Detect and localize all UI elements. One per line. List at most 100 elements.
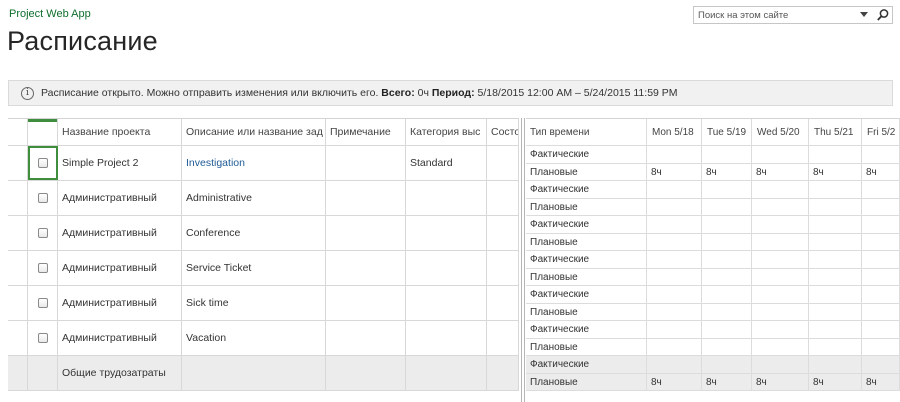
search-input[interactable] xyxy=(694,7,854,23)
planned-hours-cell[interactable] xyxy=(647,338,702,356)
planned-hours-cell[interactable] xyxy=(862,303,900,321)
column-header-task-name[interactable]: Описание или название зад xyxy=(182,119,326,146)
category-cell[interactable] xyxy=(406,286,487,321)
planned-hours-cell[interactable] xyxy=(702,268,752,286)
row-select-cell xyxy=(28,321,58,356)
planned-hours-cell[interactable] xyxy=(647,268,702,286)
actual-hours-cell[interactable] xyxy=(862,321,900,339)
planned-hours-cell[interactable]: 8ч xyxy=(702,163,752,181)
column-header-day-thu[interactable]: Thu 5/21 xyxy=(809,119,862,146)
planned-hours-cell[interactable] xyxy=(752,303,809,321)
planned-hours-cell[interactable] xyxy=(862,233,900,251)
actual-hours-cell[interactable] xyxy=(809,286,862,304)
actual-hours-cell[interactable] xyxy=(809,216,862,234)
actual-hours-cell[interactable] xyxy=(809,146,862,164)
planned-hours-cell[interactable]: 8ч xyxy=(752,163,809,181)
task-name-cell: Service Ticket xyxy=(182,251,326,286)
actual-hours-cell[interactable] xyxy=(647,286,702,304)
actual-hours-cell[interactable] xyxy=(702,251,752,269)
planned-hours-cell[interactable] xyxy=(809,338,862,356)
planned-hours-cell[interactable] xyxy=(702,303,752,321)
actual-hours-cell[interactable] xyxy=(702,216,752,234)
actual-hours-cell[interactable] xyxy=(702,321,752,339)
planned-hours-cell[interactable] xyxy=(752,268,809,286)
row-checkbox[interactable] xyxy=(38,298,48,308)
planned-hours-cell[interactable] xyxy=(862,338,900,356)
app-title[interactable]: Project Web App xyxy=(9,8,91,20)
planned-hours-cell[interactable] xyxy=(862,198,900,216)
planned-hours-cell[interactable] xyxy=(752,338,809,356)
actual-hours-cell[interactable] xyxy=(862,286,900,304)
planned-hours-cell[interactable]: 8ч xyxy=(647,163,702,181)
select-all-column-header[interactable] xyxy=(28,119,58,146)
planned-hours-cell[interactable]: 8ч xyxy=(809,163,862,181)
actual-hours-cell[interactable] xyxy=(702,181,752,199)
planned-hours-cell[interactable] xyxy=(702,198,752,216)
search-icon[interactable] xyxy=(875,8,891,22)
note-cell[interactable] xyxy=(326,146,406,181)
task-name-cell[interactable]: Investigation xyxy=(182,146,326,181)
note-cell[interactable] xyxy=(326,216,406,251)
actual-hours-cell[interactable] xyxy=(647,216,702,234)
planned-hours-cell[interactable] xyxy=(809,233,862,251)
row-checkbox[interactable] xyxy=(38,228,48,238)
actual-hours-cell[interactable] xyxy=(862,181,900,199)
planned-hours-cell[interactable] xyxy=(809,303,862,321)
planned-hours-cell[interactable] xyxy=(702,233,752,251)
planned-hours-cell[interactable] xyxy=(809,198,862,216)
column-header-note[interactable]: Примечание xyxy=(326,119,406,146)
actual-hours-cell[interactable] xyxy=(862,216,900,234)
category-cell[interactable]: Standard xyxy=(406,146,487,181)
planned-hours-cell[interactable] xyxy=(647,233,702,251)
column-header-category[interactable]: Категория выс xyxy=(406,119,487,146)
planned-hours-cell[interactable] xyxy=(647,198,702,216)
category-cell[interactable] xyxy=(406,181,487,216)
actual-hours-cell[interactable] xyxy=(752,286,809,304)
pane-splitter[interactable] xyxy=(521,118,525,402)
column-header-day-wed[interactable]: Wed 5/20 xyxy=(752,119,809,146)
category-cell[interactable] xyxy=(406,251,487,286)
planned-hours-cell[interactable] xyxy=(809,268,862,286)
planned-hours-cell[interactable] xyxy=(752,233,809,251)
note-cell[interactable] xyxy=(326,251,406,286)
planned-hours-cell[interactable]: 8ч xyxy=(862,163,900,181)
actual-hours-cell[interactable] xyxy=(752,216,809,234)
actual-hours-cell[interactable] xyxy=(752,146,809,164)
actual-hours-cell[interactable] xyxy=(702,286,752,304)
actual-hours-cell[interactable] xyxy=(752,321,809,339)
actual-hours-cell[interactable] xyxy=(809,321,862,339)
note-cell[interactable] xyxy=(326,181,406,216)
state-cell xyxy=(487,181,519,216)
actual-hours-cell[interactable] xyxy=(752,251,809,269)
row-checkbox[interactable] xyxy=(38,193,48,203)
column-header-project-name[interactable]: Название проекта xyxy=(58,119,182,146)
timesheet-left-pane: Название проекта Описание или название за… xyxy=(8,118,519,402)
actual-hours-cell[interactable] xyxy=(809,251,862,269)
planned-hours-cell[interactable] xyxy=(752,198,809,216)
row-checkbox[interactable] xyxy=(38,333,48,343)
state-cell xyxy=(487,146,519,181)
search-scope-dropdown-icon[interactable] xyxy=(860,12,868,17)
row-checkbox[interactable] xyxy=(38,263,48,273)
actual-hours-cell[interactable] xyxy=(752,181,809,199)
note-cell[interactable] xyxy=(326,321,406,356)
column-header-state[interactable]: Состо xyxy=(487,119,519,146)
actual-hours-cell[interactable] xyxy=(647,251,702,269)
planned-hours-cell[interactable] xyxy=(862,268,900,286)
column-header-day-tue[interactable]: Tue 5/19 xyxy=(702,119,752,146)
actual-hours-cell[interactable] xyxy=(809,181,862,199)
planned-hours-cell[interactable] xyxy=(702,338,752,356)
actual-hours-cell[interactable] xyxy=(862,146,900,164)
note-cell[interactable] xyxy=(326,286,406,321)
actual-hours-cell[interactable] xyxy=(647,181,702,199)
category-cell[interactable] xyxy=(406,216,487,251)
actual-hours-cell[interactable] xyxy=(862,251,900,269)
column-header-day-mon[interactable]: Mon 5/18 xyxy=(647,119,702,146)
actual-hours-cell[interactable] xyxy=(702,146,752,164)
category-cell[interactable] xyxy=(406,321,487,356)
column-header-day-fri[interactable]: Fri 5/2 xyxy=(862,119,900,146)
actual-hours-cell[interactable] xyxy=(647,321,702,339)
planned-hours-cell[interactable] xyxy=(647,303,702,321)
actual-hours-cell[interactable] xyxy=(647,146,702,164)
column-header-time-type[interactable]: Тип времени xyxy=(526,119,647,146)
